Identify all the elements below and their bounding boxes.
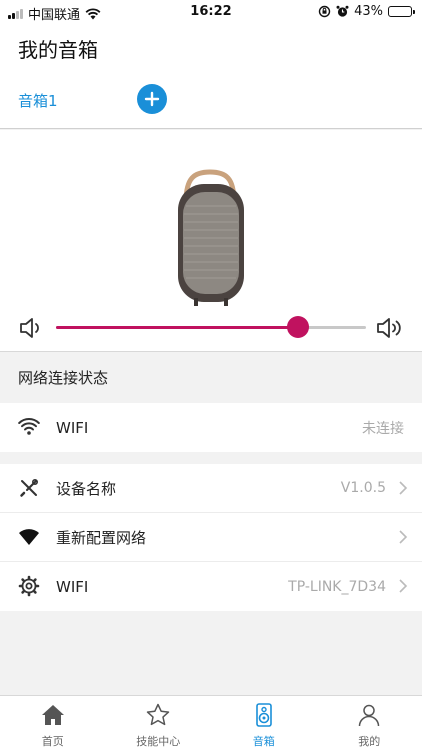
wifi-status-value: 未连接 bbox=[362, 420, 404, 437]
header: 我的音箱 音箱1 bbox=[0, 24, 422, 129]
chevron-right-icon bbox=[399, 481, 408, 495]
home-icon bbox=[41, 705, 64, 725]
gear-icon bbox=[18, 575, 40, 597]
volume-high-icon[interactable] bbox=[376, 316, 404, 340]
settings-item-label: WIFI bbox=[56, 577, 89, 596]
settings-group: 设备名称 V1.0.5 重新配置网络 WIFI TP-LINK_7D34 bbox=[0, 464, 422, 611]
alarm-icon bbox=[336, 5, 349, 17]
device-name-row[interactable]: 设备名称 V1.0.5 bbox=[0, 464, 422, 513]
tab-me[interactable]: 我的 bbox=[317, 696, 422, 750]
settings-item-label: 设备名称 bbox=[56, 479, 117, 498]
volume-slider-thumb[interactable] bbox=[286, 316, 309, 338]
reconfigure-network-row[interactable]: 重新配置网络 bbox=[0, 513, 422, 562]
battery-percent: 43% bbox=[354, 4, 383, 19]
rotation-lock-icon bbox=[318, 5, 331, 18]
tab-speaker[interactable]: 音箱 bbox=[211, 696, 317, 750]
tab-label: 首页 bbox=[41, 735, 64, 748]
add-device-button[interactable] bbox=[137, 84, 167, 114]
status-bar: 中国联通 16:22 43% bbox=[0, 0, 422, 24]
speaker-image bbox=[178, 169, 244, 306]
star-icon bbox=[147, 703, 170, 726]
wifi-icon bbox=[18, 418, 40, 435]
wifi-label: WIFI bbox=[56, 418, 89, 437]
plus-icon bbox=[144, 91, 160, 107]
tab-bar: 首页 技能中心 音箱 我的 bbox=[0, 695, 422, 750]
settings-item-value: V1.0.5 bbox=[340, 480, 386, 496]
tab-skills[interactable]: 技能中心 bbox=[106, 696, 212, 750]
wifi-solid-icon bbox=[19, 529, 39, 545]
tab-label: 技能中心 bbox=[136, 735, 181, 748]
settings-item-label: 重新配置网络 bbox=[56, 528, 147, 547]
tab-home[interactable]: 首页 bbox=[0, 696, 106, 750]
volume-low-icon[interactable] bbox=[18, 316, 46, 340]
user-icon bbox=[359, 704, 380, 727]
wifi-status-row: WIFI 未连接 bbox=[0, 403, 422, 452]
tools-icon bbox=[20, 478, 39, 497]
status-right: 43% bbox=[318, 4, 415, 19]
network-status-group: WIFI 未连接 bbox=[0, 403, 422, 452]
settings-item-value: TP-LINK_7D34 bbox=[288, 578, 386, 595]
chevron-right-icon bbox=[399, 530, 408, 544]
network-section-header: 网络连接状态 bbox=[0, 353, 422, 403]
speaker-icon bbox=[255, 703, 272, 727]
battery-icon bbox=[388, 6, 415, 17]
volume-slider[interactable] bbox=[56, 316, 366, 338]
chevron-right-icon bbox=[399, 579, 408, 593]
tab-label: 音箱 bbox=[252, 735, 275, 748]
wifi-network-row[interactable]: WIFI TP-LINK_7D34 bbox=[0, 562, 422, 611]
device-tab[interactable]: 音箱1 bbox=[18, 90, 58, 111]
volume-row bbox=[0, 314, 422, 344]
speaker-panel bbox=[0, 130, 422, 352]
volume-slider-fill bbox=[56, 326, 298, 329]
tab-label: 我的 bbox=[358, 735, 381, 748]
page-title: 我的音箱 bbox=[18, 38, 98, 62]
